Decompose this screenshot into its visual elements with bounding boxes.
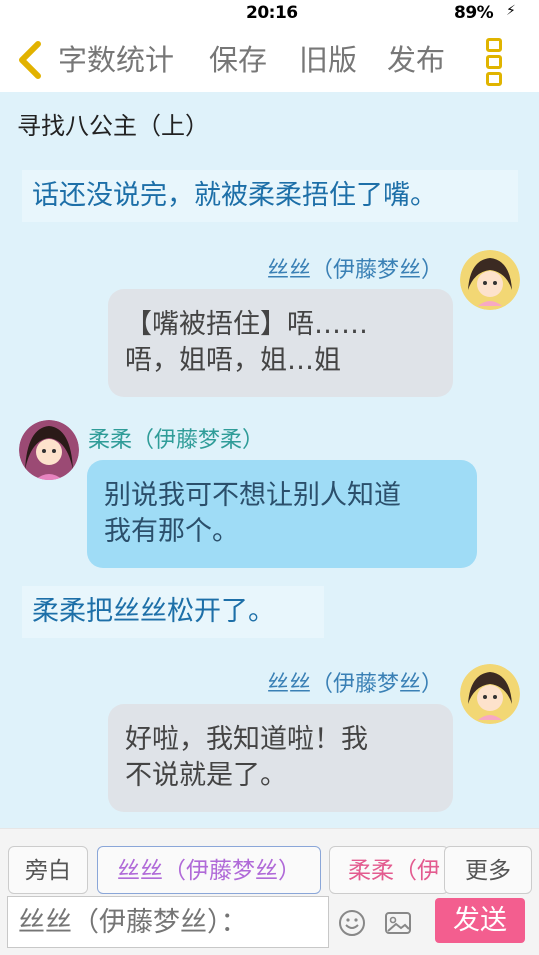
character-sisi-button[interactable]: 丝丝（伊藤梦丝）	[97, 846, 321, 894]
chapter-title: 寻找八公主（上）	[17, 112, 209, 140]
speaker-name: 柔柔（伊藤梦柔）	[88, 428, 265, 453]
status-bar: 20:16 89% ⚡	[0, 0, 539, 26]
status-time: 20:16	[246, 3, 298, 23]
speaker-name: 丝丝（伊藤梦丝）	[266, 258, 443, 283]
speaker-name: 丝丝（伊藤梦丝）	[266, 672, 443, 697]
sisi-avatar[interactable]	[460, 664, 520, 724]
publish-button[interactable]: 发布	[387, 40, 445, 80]
sisi-avatar[interactable]	[460, 250, 520, 310]
character-rourou-button[interactable]: 柔柔（伊	[329, 846, 449, 894]
bubble-line: 好啦，我知道啦！我	[125, 724, 368, 755]
save-button[interactable]: 保存	[209, 40, 267, 80]
bubble-line: 别说我可不想让别人知道	[104, 480, 401, 511]
toolbar: 字数统计 保存 旧版 发布	[0, 26, 539, 92]
chat-area[interactable]: 寻找八公主（上） 话还没说完，就被柔柔捂住了嘴。 丝丝（伊藤梦丝） 【嘴被捂住】…	[0, 92, 539, 828]
bubble-line: 我有那个。	[104, 516, 239, 547]
message-input[interactable]	[7, 896, 329, 948]
battery-level: 89%	[454, 3, 494, 23]
bubble-line: 唔，姐唔，姐…姐	[125, 345, 341, 376]
speech-bubble[interactable]: 别说我可不想让别人知道 我有那个。	[87, 460, 477, 568]
rourou-avatar[interactable]	[19, 420, 79, 480]
image-icon[interactable]	[384, 909, 412, 937]
charging-icon: ⚡	[506, 3, 516, 19]
narrator-button[interactable]: 旁白	[8, 846, 88, 894]
word-count-button[interactable]: 字数统计	[58, 40, 174, 80]
narration-message[interactable]: 柔柔把丝丝松开了。	[22, 586, 324, 638]
speech-bubble[interactable]: 【嘴被捂住】唔…… 唔，姐唔，姐…姐	[108, 289, 453, 397]
more-characters-button[interactable]: 更多	[444, 846, 532, 894]
composer-panel: 旁白 丝丝（伊藤梦丝） 柔柔（伊 更多 发送	[0, 828, 539, 955]
bubble-line: 【嘴被捂住】唔……	[125, 309, 368, 340]
narration-message[interactable]: 话还没说完，就被柔柔捂住了嘴。	[22, 170, 518, 222]
bubble-line: 不说就是了。	[125, 760, 287, 791]
more-menu-icon[interactable]	[482, 38, 506, 86]
emoji-icon[interactable]	[338, 909, 366, 937]
back-arrow-icon[interactable]	[14, 40, 48, 80]
speech-bubble[interactable]: 好啦，我知道啦！我 不说就是了。	[108, 704, 453, 812]
old-version-button[interactable]: 旧版	[299, 40, 357, 80]
send-button[interactable]: 发送	[435, 898, 525, 943]
